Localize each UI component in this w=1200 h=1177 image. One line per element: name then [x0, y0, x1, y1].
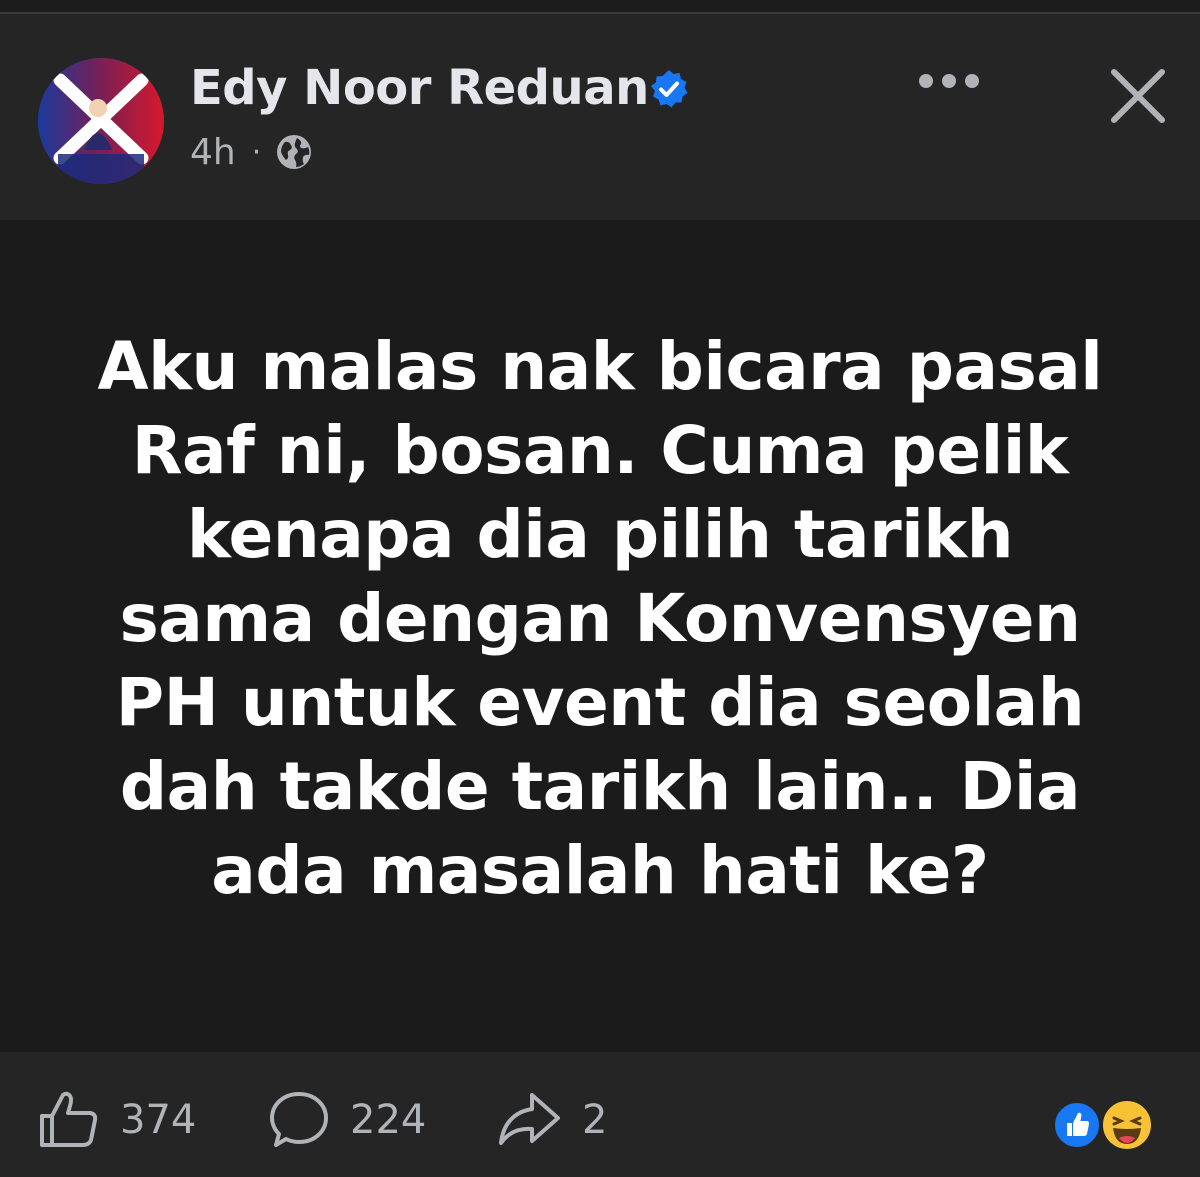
comment-count: 224: [350, 1097, 427, 1143]
like-count: 374: [120, 1097, 197, 1143]
avatar[interactable]: [38, 58, 164, 184]
comment-icon: [270, 1092, 328, 1147]
more-dot: [965, 74, 979, 88]
globe-icon[interactable]: [275, 133, 313, 171]
author-name[interactable]: Edy Noor Reduan: [190, 60, 649, 116]
like-reaction-icon: [1052, 1100, 1102, 1150]
post-header: Edy Noor Reduan 4h ·: [0, 14, 1200, 220]
verified-badge-icon: [651, 70, 688, 108]
post-content: Aku malas nak bicara pasal Raf ni, bosan…: [0, 220, 1200, 1052]
post-text: Aku malas nak bicara pasal Raf ni, bosan…: [97, 328, 1103, 909]
comment-button[interactable]: 224: [268, 1092, 426, 1148]
like-button[interactable]: 374: [38, 1091, 197, 1148]
share-button[interactable]: 2: [498, 1092, 607, 1148]
thumbs-up-icon: [40, 1091, 98, 1147]
reaction-summary[interactable]: [1052, 1098, 1160, 1152]
top-strip: [0, 0, 1200, 14]
close-icon[interactable]: [1106, 64, 1170, 128]
more-dot: [919, 74, 933, 88]
haha-reaction-icon: [1100, 1098, 1154, 1152]
share-icon: [499, 1093, 560, 1145]
post-footer: 374 224 2: [0, 1052, 1200, 1177]
more-options-icon[interactable]: [914, 66, 984, 96]
post-timestamp[interactable]: 4h: [190, 132, 236, 173]
post-meta: 4h ·: [190, 132, 313, 173]
share-count: 2: [582, 1097, 608, 1143]
post-viewer: Edy Noor Reduan 4h · Aku malas nak bicar…: [0, 0, 1200, 1177]
more-dot: [942, 74, 956, 88]
meta-separator: ·: [251, 134, 262, 170]
